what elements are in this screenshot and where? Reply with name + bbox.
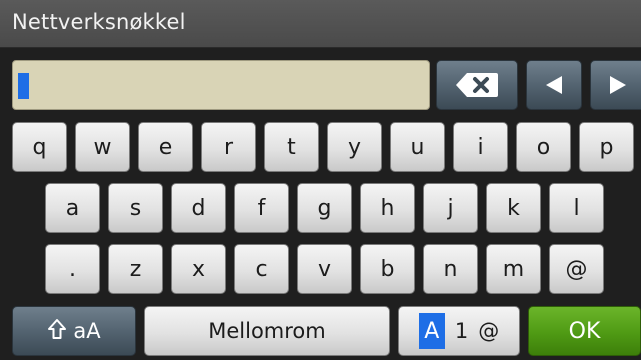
key-v[interactable]: v xyxy=(297,244,352,294)
key-w[interactable]: w xyxy=(75,122,130,172)
key-h[interactable]: h xyxy=(360,183,415,233)
key-c[interactable]: c xyxy=(234,244,289,294)
ok-label: OK xyxy=(568,318,601,344)
mode-switch-button[interactable]: A 1 @ xyxy=(398,306,520,356)
key-x[interactable]: x xyxy=(171,244,226,294)
space-button[interactable]: Mellomrom xyxy=(144,306,390,356)
key-l[interactable]: l xyxy=(549,183,604,233)
page-title: Nettverksnøkkel xyxy=(12,10,186,34)
ok-button[interactable]: OK xyxy=(528,306,641,356)
key-u[interactable]: u xyxy=(390,122,445,172)
space-label: Mellomrom xyxy=(208,319,326,343)
key-n[interactable]: n xyxy=(423,244,478,294)
key-a[interactable]: a xyxy=(45,183,100,233)
key-b[interactable]: b xyxy=(360,244,415,294)
key-d[interactable]: d xyxy=(171,183,226,233)
key-o[interactable]: o xyxy=(516,122,571,172)
cursor-left-button[interactable] xyxy=(526,60,582,110)
shift-label: aA xyxy=(73,319,101,343)
key-s[interactable]: s xyxy=(108,183,163,233)
shift-arrow-icon xyxy=(47,318,67,345)
key-e[interactable]: e xyxy=(138,122,193,172)
key-k[interactable]: k xyxy=(486,183,541,233)
key-i[interactable]: i xyxy=(453,122,508,172)
title-bar: Nettverksnøkkel xyxy=(0,0,641,48)
key-f[interactable]: f xyxy=(234,183,289,233)
backspace-x-icon xyxy=(455,72,499,98)
cursor-right-button[interactable] xyxy=(590,60,641,110)
key-at[interactable]: @ xyxy=(549,244,604,294)
backspace-button[interactable] xyxy=(436,60,518,110)
key-y[interactable]: y xyxy=(327,122,382,172)
network-key-input[interactable] xyxy=(12,60,430,110)
key-q[interactable]: q xyxy=(12,122,67,172)
mode-symbols-label: @ xyxy=(478,319,500,343)
key-j[interactable]: j xyxy=(423,183,478,233)
mode-numbers-label: 1 xyxy=(454,319,469,343)
key-m[interactable]: m xyxy=(486,244,541,294)
key-g[interactable]: g xyxy=(297,183,352,233)
shift-case-button[interactable]: aA xyxy=(12,306,136,356)
triangle-left-icon xyxy=(545,75,563,95)
key-r[interactable]: r xyxy=(201,122,256,172)
mode-letters-indicator: A xyxy=(418,313,445,349)
triangle-right-icon xyxy=(609,75,627,95)
key-t[interactable]: t xyxy=(264,122,319,172)
key-p[interactable]: p xyxy=(579,122,634,172)
text-cursor xyxy=(18,73,29,99)
key-period[interactable]: . xyxy=(45,244,100,294)
key-z[interactable]: z xyxy=(108,244,163,294)
